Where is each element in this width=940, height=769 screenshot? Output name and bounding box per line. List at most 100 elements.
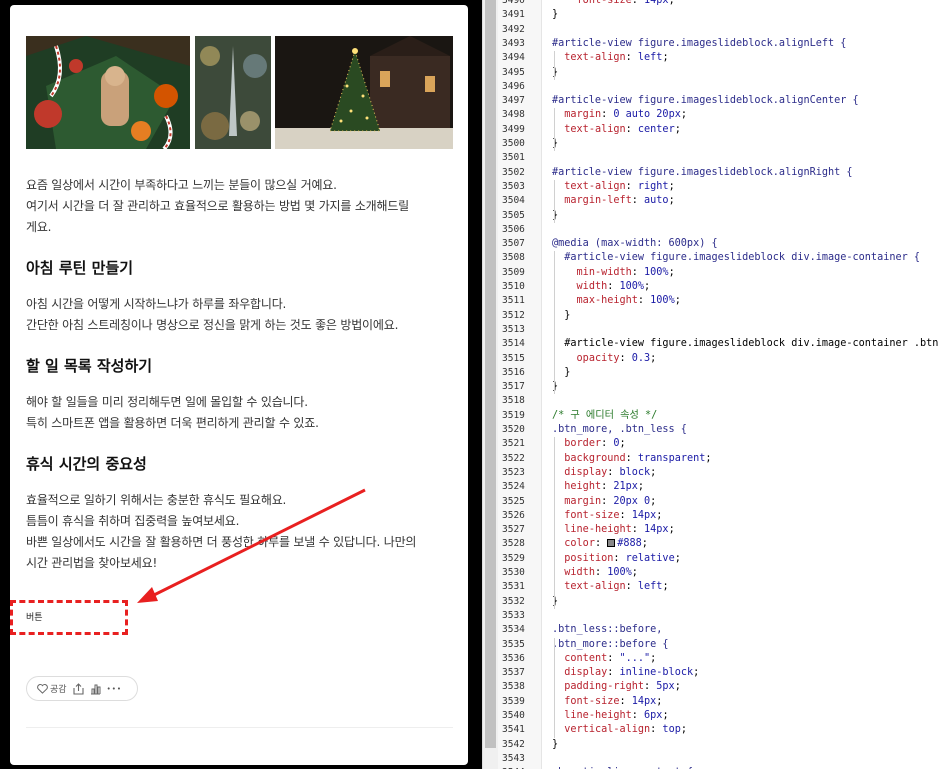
code-line[interactable]: 3505} bbox=[498, 209, 940, 223]
code-text: border: 0; bbox=[564, 438, 626, 450]
code-line[interactable]: 3541 vertical-align: top; bbox=[498, 723, 940, 737]
code-line[interactable]: 3524 height: 21px; bbox=[498, 480, 940, 494]
code-line[interactable]: 3500} bbox=[498, 137, 940, 151]
code-line[interactable]: 3501 bbox=[498, 151, 940, 165]
code-line[interactable]: 3504 margin-left: auto; bbox=[498, 194, 940, 208]
code-text: } bbox=[552, 209, 559, 221]
code-text: #article-view figure.imageslideblock div… bbox=[552, 338, 940, 350]
code-editor[interactable]: 3490 font-size: 14px; 3491} 3492 3493 #artic… bbox=[498, 0, 940, 769]
code-line[interactable]: 3493 #article-view figure.imageslideblock… bbox=[498, 37, 940, 51]
line-number: 3520 bbox=[502, 424, 525, 435]
code-line[interactable]: 3520 .btn_more, .btn_less { bbox=[498, 423, 940, 437]
code-line[interactable]: 3490 font-size: 14px; bbox=[498, 0, 940, 8]
code-line[interactable]: 3496 bbox=[498, 80, 940, 94]
code-line[interactable]: 3540 line-height: 6px; bbox=[498, 709, 940, 723]
line-number: 3537 bbox=[502, 667, 525, 679]
code-line[interactable]: 3507 @media (max-width: 600px) { bbox=[498, 237, 940, 251]
code-line[interactable]: 3510 width: 100%; bbox=[498, 280, 940, 294]
code-text: opacity: 0.3; bbox=[576, 352, 657, 364]
line-number: 3539 bbox=[502, 695, 525, 707]
code-line[interactable]: 3491} bbox=[498, 8, 940, 22]
code-text: position: relative; bbox=[564, 552, 681, 564]
code-line[interactable]: 3523 display: block; bbox=[498, 466, 940, 480]
code-text: line-height: 14px; bbox=[564, 524, 675, 536]
code-line[interactable]: 3527 line-height: 14px; bbox=[498, 523, 940, 537]
code-line[interactable]: 3542} bbox=[498, 738, 940, 752]
code-line[interactable]: 3534 .btn_less::before, bbox=[498, 623, 940, 637]
line-number: 3536 bbox=[502, 652, 525, 664]
code-line[interactable]: 3526 font-size: 14px; bbox=[498, 509, 940, 523]
code-line[interactable]: 3533 bbox=[498, 609, 940, 623]
code-line[interactable]: 3516 } bbox=[498, 366, 940, 380]
code-line[interactable]: 3513 bbox=[498, 323, 940, 337]
code-text: display: inline-block; bbox=[564, 667, 700, 679]
code-line[interactable]: 3509 min-width: 100%; bbox=[498, 266, 940, 280]
code-line[interactable]: 3497 #article-view figure.imageslideblock… bbox=[498, 94, 940, 108]
scrollbar-thumb[interactable] bbox=[485, 0, 496, 748]
code-text: } bbox=[552, 595, 559, 607]
code-line[interactable]: 3517} bbox=[498, 380, 940, 394]
code-line[interactable]: 3502 #article-view figure.imageslideblock… bbox=[498, 166, 940, 180]
code-line[interactable]: 3529 position: relative; bbox=[498, 552, 940, 566]
code-text: max-height: 100%; bbox=[576, 295, 681, 307]
code-line[interactable]: 3531 text-align: left; bbox=[498, 580, 940, 594]
line-number: 3519 bbox=[502, 409, 525, 421]
line-number: 3525 bbox=[502, 495, 525, 507]
line-number: 3541 bbox=[502, 724, 525, 736]
code-text: /* 구 에디터 속성 */ bbox=[552, 409, 658, 421]
code-line[interactable]: 3518 bbox=[498, 394, 940, 408]
code-text: text-align: left; bbox=[564, 52, 669, 64]
line-number: 3500 bbox=[502, 138, 525, 149]
code-text: text-align: left; bbox=[564, 581, 669, 593]
code-line[interactable]: 3525 margin: 20px 0; bbox=[498, 495, 940, 509]
code-line[interactable]: 3494 text-align: left; bbox=[498, 51, 940, 65]
code-text: line-height: 6px; bbox=[564, 710, 669, 721]
code-line[interactable]: 3538 padding-right: 5px; bbox=[498, 680, 940, 694]
code-line[interactable]: 3535 .btn_more::before { bbox=[498, 638, 940, 652]
line-number: 3538 bbox=[502, 681, 525, 693]
code-text: } bbox=[552, 738, 559, 750]
line-number: 3505 bbox=[502, 209, 525, 221]
code-line[interactable]: 3530 width: 100%; bbox=[498, 566, 940, 580]
code-line[interactable]: 3512 } bbox=[498, 309, 940, 323]
code-line[interactable]: 3536 content: "..."; bbox=[498, 652, 940, 666]
code-text: margin-left: auto; bbox=[564, 195, 675, 207]
code-line[interactable]: 3522 background: transparent; bbox=[498, 452, 940, 466]
line-number: 3499 bbox=[502, 123, 525, 135]
code-text: } bbox=[552, 9, 559, 21]
line-number: 3527 bbox=[502, 524, 525, 536]
line-number: 3502 bbox=[502, 166, 525, 178]
code-line[interactable]: 3521 border: 0; bbox=[498, 437, 940, 451]
indent-guide bbox=[554, 108, 555, 152]
code-line[interactable]: 3539 font-size: 14px; bbox=[498, 695, 940, 709]
code-line[interactable]: 3511 max-height: 100%; bbox=[498, 294, 940, 308]
code-line[interactable]: 3519 /* 구 에디터 속성 */ bbox=[498, 409, 940, 423]
code-line[interactable]: 3498 margin: 0 auto 20px; bbox=[498, 108, 940, 122]
line-number: 3514 bbox=[502, 338, 525, 350]
code-line[interactable]: 3537 display: inline-block; bbox=[498, 666, 940, 680]
code-line[interactable]: 3503 text-align: right; bbox=[498, 180, 940, 194]
code-line[interactable]: 3499 text-align: center; bbox=[498, 123, 940, 137]
line-number: 3497 bbox=[502, 95, 525, 107]
code-line[interactable]: 3543 bbox=[498, 752, 940, 766]
code-line[interactable]: 3508 #article-view figure.imageslidebloc… bbox=[498, 251, 940, 265]
line-number: 3498 bbox=[502, 109, 525, 121]
code-line[interactable]: 3528 color: #888; bbox=[498, 537, 940, 551]
code-text: margin: 20px 0; bbox=[564, 495, 657, 507]
code-line[interactable]: 3506 bbox=[498, 223, 940, 237]
line-number: 3529 bbox=[502, 552, 525, 564]
line-number: 3542 bbox=[502, 738, 525, 750]
code-line[interactable]: 3492 bbox=[498, 23, 940, 37]
line-number: 3521 bbox=[502, 438, 525, 450]
code-line[interactable]: 3495} bbox=[498, 66, 940, 80]
line-number: 3501 bbox=[502, 152, 525, 164]
line-number: 3511 bbox=[502, 295, 525, 307]
code-text: .btn_less::before, bbox=[552, 624, 663, 636]
code-line[interactable]: 3532} bbox=[498, 595, 940, 609]
code-text: width: 100%; bbox=[564, 567, 638, 578]
code-line[interactable]: 3514 #article-view figure.imageslidebloc… bbox=[498, 337, 940, 351]
line-number: 3496 bbox=[502, 80, 525, 92]
code-text: font-size: 14px; bbox=[576, 0, 675, 6]
code-text: width: 100%; bbox=[576, 281, 651, 292]
code-line[interactable]: 3515 opacity: 0.3; bbox=[498, 352, 940, 366]
